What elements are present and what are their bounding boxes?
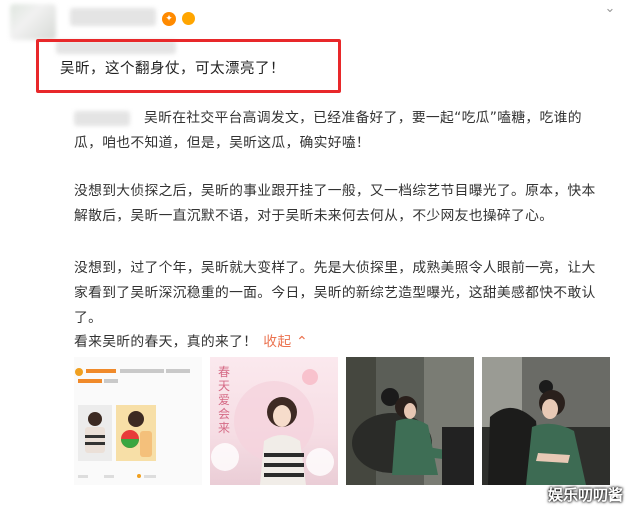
poster-thumbnail[interactable]: 春天爱会来 — [210, 357, 338, 485]
paragraph-2: 没想到大侦探之后，吴昕的事业跟开挂了一般，又一档综艺节目曝光了。原本，快本解散后… — [74, 183, 596, 224]
chevron-down-icon[interactable]: ⌄ — [601, 0, 619, 18]
paragraph-4: 看来吴昕的春天，真的来了！ 收起 ⌃ — [74, 330, 609, 355]
photo-thumbnail-2-art — [482, 357, 610, 485]
paragraph-4-text: 看来吴昕的春天，真的来了！ — [74, 334, 258, 350]
vip-badge-icon: ✦ — [162, 12, 176, 26]
avatar[interactable] — [10, 4, 56, 40]
collapse-link[interactable]: 收起 ⌃ — [263, 334, 308, 350]
paragraph-3: 没想到，过了个年，吴昕就大变样了。先是大侦探里，成熟美照令人眼前一亮，让大家看到… — [74, 260, 596, 326]
paragraph-1: 吴昕在社交平台高调发文，已经准备好了，要一起“吃瓜”嗑糖，吃谁的瓜，咱也不知道，… — [74, 110, 582, 151]
collapse-label: 收起 — [263, 334, 292, 350]
photo-thumbnail-2[interactable] — [482, 357, 610, 485]
post-title: 吴昕，这个翻身仗，可太漂亮了！ — [60, 61, 285, 77]
collapse-icon: ⌃ — [296, 334, 309, 350]
username-blurred[interactable] — [70, 8, 156, 26]
photo-thumbnail-1-art — [346, 357, 474, 485]
member-badge-icon — [182, 12, 195, 25]
screenshot-thumbnail[interactable] — [74, 357, 202, 485]
watermark: 娱乐叨叨酱 — [547, 486, 623, 504]
poster-caption: 春天爱会来 — [218, 365, 231, 435]
screenshot-thumbnail-art — [74, 357, 202, 485]
photo-thumbnail-1[interactable] — [346, 357, 474, 485]
